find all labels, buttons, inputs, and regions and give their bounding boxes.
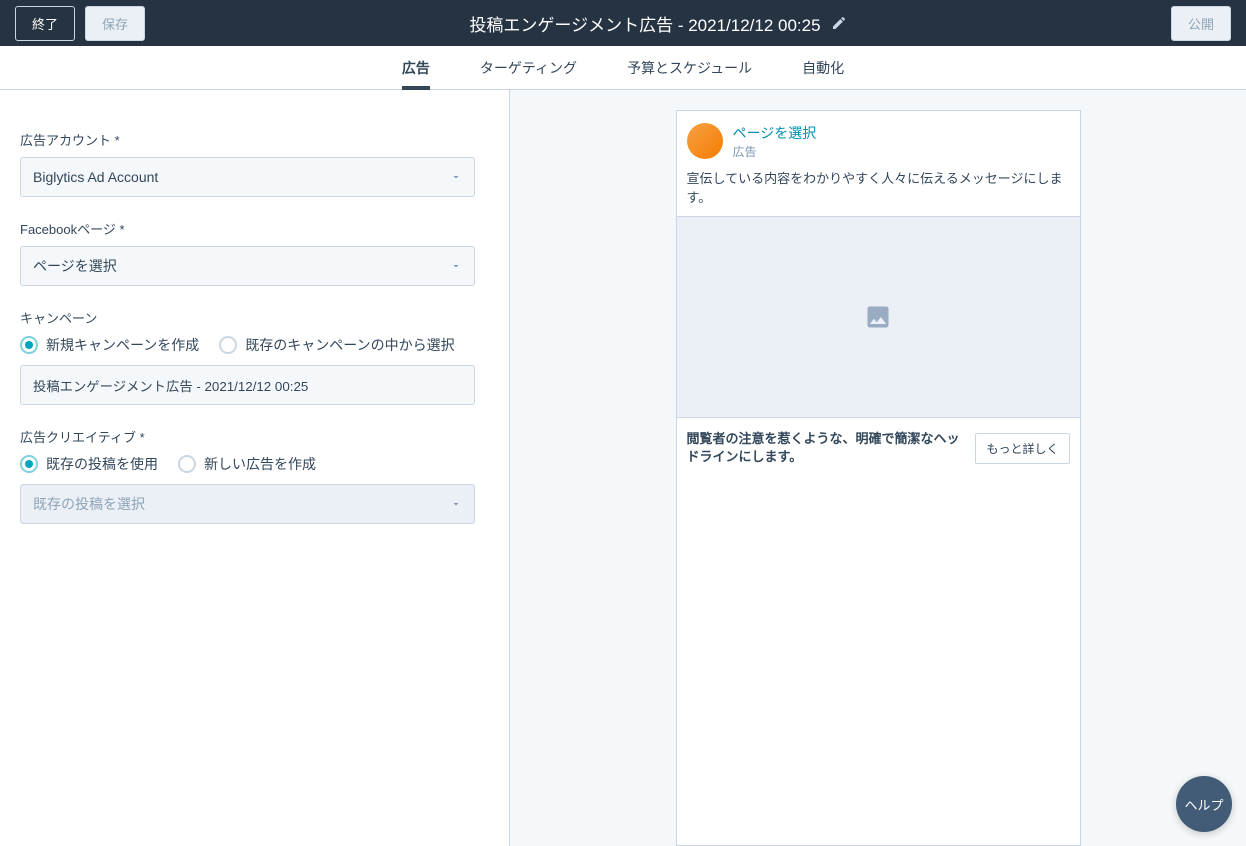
radio-use-existing-post-label: 既存の投稿を使用 — [46, 454, 158, 474]
tabs-bar: 広告 ターゲティング 予算とスケジュール 自動化 — [0, 46, 1246, 90]
creative-label: 広告クリエイティブ * — [20, 427, 489, 446]
chevron-down-icon — [450, 260, 462, 272]
exit-button[interactable]: 終了 — [15, 6, 75, 41]
existing-post-placeholder: 既存の投稿を選択 — [33, 494, 145, 514]
radio-existing-campaign[interactable]: 既存のキャンペーンの中から選択 — [219, 335, 454, 355]
chevron-down-icon — [450, 171, 462, 183]
existing-post-select[interactable]: 既存の投稿を選択 — [20, 484, 475, 524]
campaign-label: キャンペーン — [20, 308, 489, 327]
page-title: 投稿エンゲージメント広告 - 2021/12/12 00:25 — [469, 11, 820, 36]
preview-body-text: 宣伝している内容をわかりやすく人々に伝えるメッセージにします。 — [677, 168, 1080, 216]
radio-create-new-ad-label: 新しい広告を作成 — [204, 454, 316, 474]
publish-button[interactable]: 公開 — [1171, 6, 1231, 41]
tab-automation[interactable]: 自動化 — [802, 46, 844, 90]
ad-account-label: 広告アカウント * — [20, 130, 489, 149]
edit-title-icon[interactable] — [831, 15, 847, 31]
radio-use-existing-post[interactable]: 既存の投稿を使用 — [20, 454, 158, 474]
app-header: 終了 保存 投稿エンゲージメント広告 - 2021/12/12 00:25 公開 — [0, 0, 1246, 46]
preview-headline: 閲覧者の注意を惹くような、明確で簡潔なヘッドラインにします。 — [687, 430, 964, 466]
radio-new-campaign-label: 新規キャンペーンを作成 — [46, 335, 199, 355]
preview-image-placeholder — [677, 216, 1080, 418]
learn-more-button[interactable]: もっと詳しく — [975, 433, 1069, 464]
main-content: 広告アカウント * Biglytics Ad Account Facebookペ… — [0, 90, 1246, 846]
tab-targeting[interactable]: ターゲティング — [480, 46, 577, 90]
radio-create-new-ad[interactable]: 新しい広告を作成 — [178, 454, 316, 474]
tab-ad[interactable]: 広告 — [402, 46, 430, 90]
image-icon — [862, 303, 894, 331]
campaign-name-input[interactable] — [20, 365, 475, 405]
preview-page-link[interactable]: ページを選択 — [733, 123, 817, 143]
preview-subtitle: 広告 — [733, 143, 817, 160]
help-button[interactable]: ヘルプ — [1176, 776, 1232, 832]
radio-existing-campaign-label: 既存のキャンペーンの中から選択 — [245, 335, 454, 355]
ad-account-value: Biglytics Ad Account — [33, 169, 158, 185]
preview-pane: ページを選択 広告 宣伝している内容をわかりやすく人々に伝えるメッセージにします… — [510, 90, 1246, 846]
facebook-page-value: ページを選択 — [33, 256, 117, 276]
avatar — [687, 123, 723, 159]
facebook-page-label: Facebookページ * — [20, 219, 489, 238]
ad-account-select[interactable]: Biglytics Ad Account — [20, 157, 475, 197]
tab-budget[interactable]: 予算とスケジュール — [627, 46, 752, 90]
chevron-down-icon — [450, 498, 462, 510]
ad-preview-card: ページを選択 広告 宣伝している内容をわかりやすく人々に伝えるメッセージにします… — [676, 110, 1081, 846]
facebook-page-select[interactable]: ページを選択 — [20, 246, 475, 286]
save-button[interactable]: 保存 — [85, 6, 145, 41]
radio-new-campaign[interactable]: 新規キャンペーンを作成 — [20, 335, 199, 355]
form-pane: 広告アカウント * Biglytics Ad Account Facebookペ… — [0, 90, 510, 846]
